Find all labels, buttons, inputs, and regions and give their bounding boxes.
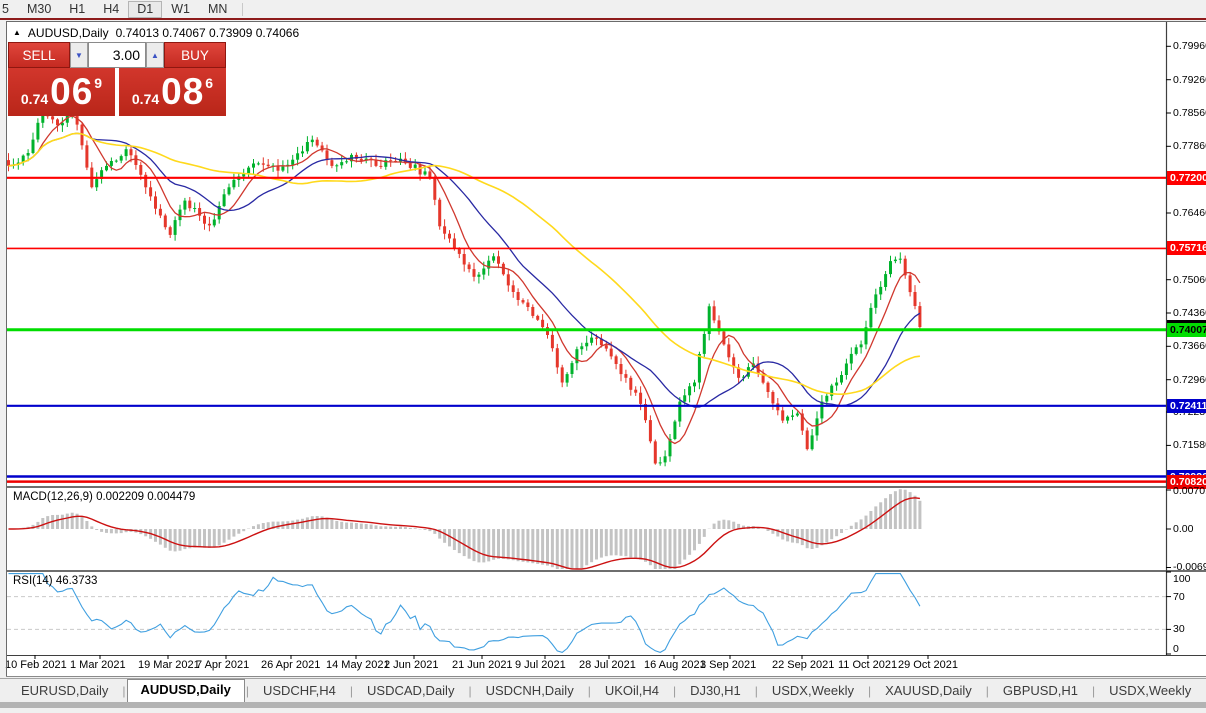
rsi-indicator-label: RSI(14) 46.3733 [13,575,97,587]
sell-price-display[interactable]: 0.74 06 9 [8,68,115,116]
date-tick-label: 11 Oct 2021 [838,659,897,671]
sell-button[interactable]: SELL [8,42,70,68]
buy-price-pip: 6 [205,75,213,91]
chart-tab-gbpusd-h1[interactable]: GBPUSD,H1 [990,680,1091,702]
macd-indicator-label: MACD(12,26,9) 0.002209 0.004479 [13,491,195,503]
chart-tabs-bar: EURUSD,Daily|AUDUSD,Daily|USDCHF,H4|USDC… [0,678,1206,703]
date-tick-label: 29 Oct 2021 [898,659,958,671]
buy-price-prefix: 0.74 [132,91,159,107]
price-tick-label: 0.77860 [1173,140,1206,152]
rsi-tick-label: 100 [1173,573,1206,585]
price-tick-label: 0.79260 [1173,74,1206,86]
chart-tab-dj30-h1[interactable]: DJ30,H1 [677,680,754,702]
window-bottom-edge [0,702,1206,708]
date-tick-label: 28 Jul 2021 [579,659,636,671]
price-tick-label: 0.78560 [1173,107,1206,119]
level-price-label: 0.72411 [1167,399,1206,413]
chart-tab-audusd-daily[interactable]: AUDUSD,Daily [127,679,245,703]
collapse-triangle-icon[interactable]: ▲ [13,27,21,39]
date-tick-label: 16 Aug 2021 [644,659,706,671]
sell-price-main: 06 [50,70,93,114]
date-tick-label: 26 Apr 2021 [261,659,320,671]
date-tick-label: 21 Jun 2021 [452,659,513,671]
date-tick-label: 19 Mar 2021 [138,659,200,671]
chart-title: ▲ AUDUSD,Daily 0.74013 0.74067 0.73909 0… [13,26,299,40]
buy-price-display[interactable]: 0.74 08 6 [119,68,226,116]
price-tick-label: 0.75060 [1173,274,1206,286]
chart-tab-xauusd-daily[interactable]: XAUUSD,Daily [872,680,985,702]
macd-tick-label: -0.006925 [1173,561,1206,573]
date-tick-label: 22 Sep 2021 [772,659,834,671]
chart-frame-left [6,21,7,676]
price-tick-label: 0.72960 [1173,374,1206,386]
price-tick-label: 0.74360 [1173,307,1206,319]
buy-button[interactable]: BUY [164,42,226,68]
rsi-tick-label: 0 [1173,643,1206,655]
level-price-label: 0.74007 [1167,323,1206,337]
chart-tab-usdcnh-daily[interactable]: USDCNH,Daily [473,680,587,702]
date-tick-label: 14 May 2021 [326,659,390,671]
rsi-tick-label: 70 [1173,591,1206,603]
price-tick-label: 0.71580 [1173,439,1206,451]
level-price-label: 0.75716 [1167,241,1206,255]
chart-tab-eurusd-daily[interactable]: EURUSD,Daily [8,680,121,702]
date-tick-label: 7 Apr 2021 [196,659,249,671]
volume-decrease-button[interactable]: ▼ [70,42,88,68]
chart-frame-bottom [6,676,1206,677]
price-tick-label: 0.76460 [1173,207,1206,219]
rsi-tick-label: 30 [1173,623,1206,635]
chart-tab-usdcad-daily[interactable]: USDCAD,Daily [354,680,467,702]
sell-price-prefix: 0.74 [21,91,48,107]
sell-price-pip: 9 [94,75,102,91]
chart-tab-usdx-weekly[interactable]: USDX,Weekly [759,680,867,702]
price-tick-label: 0.73660 [1173,340,1206,352]
chart-tab-usdchf-h4[interactable]: USDCHF,H4 [250,680,349,702]
chart-tab-usdx-weekly[interactable]: USDX,Weekly [1096,680,1204,702]
volume-input[interactable]: 3.00 [88,42,146,68]
date-tick-label: 1 Mar 2021 [70,659,126,671]
one-click-trading-panel: SELL ▼ 3.00 ▲ BUY 0.74 06 9 0.74 08 6 [8,42,226,116]
macd-tick-label: 0.007015 [1173,485,1206,497]
date-tick-label: 9 Jul 2021 [515,659,566,671]
date-tick-label: 2 Jun 2021 [384,659,438,671]
price-tick-label: 0.79960 [1173,40,1206,52]
level-price-label: 0.77200 [1167,171,1206,185]
chart-tab-ukoil-h4[interactable]: UKOil,H4 [592,680,672,702]
buy-price-main: 08 [161,70,204,114]
volume-increase-button[interactable]: ▲ [146,42,164,68]
chart-frame-top [6,21,1206,22]
date-tick-label: 3 Sep 2021 [700,659,756,671]
date-tick-label: 10 Feb 2021 [5,659,67,671]
chart-symbol-label: AUDUSD,Daily [28,26,109,40]
macd-tick-label: 0.00 [1173,523,1206,535]
chart-ohlc-values: 0.74013 0.74067 0.73909 0.74066 [116,26,300,40]
